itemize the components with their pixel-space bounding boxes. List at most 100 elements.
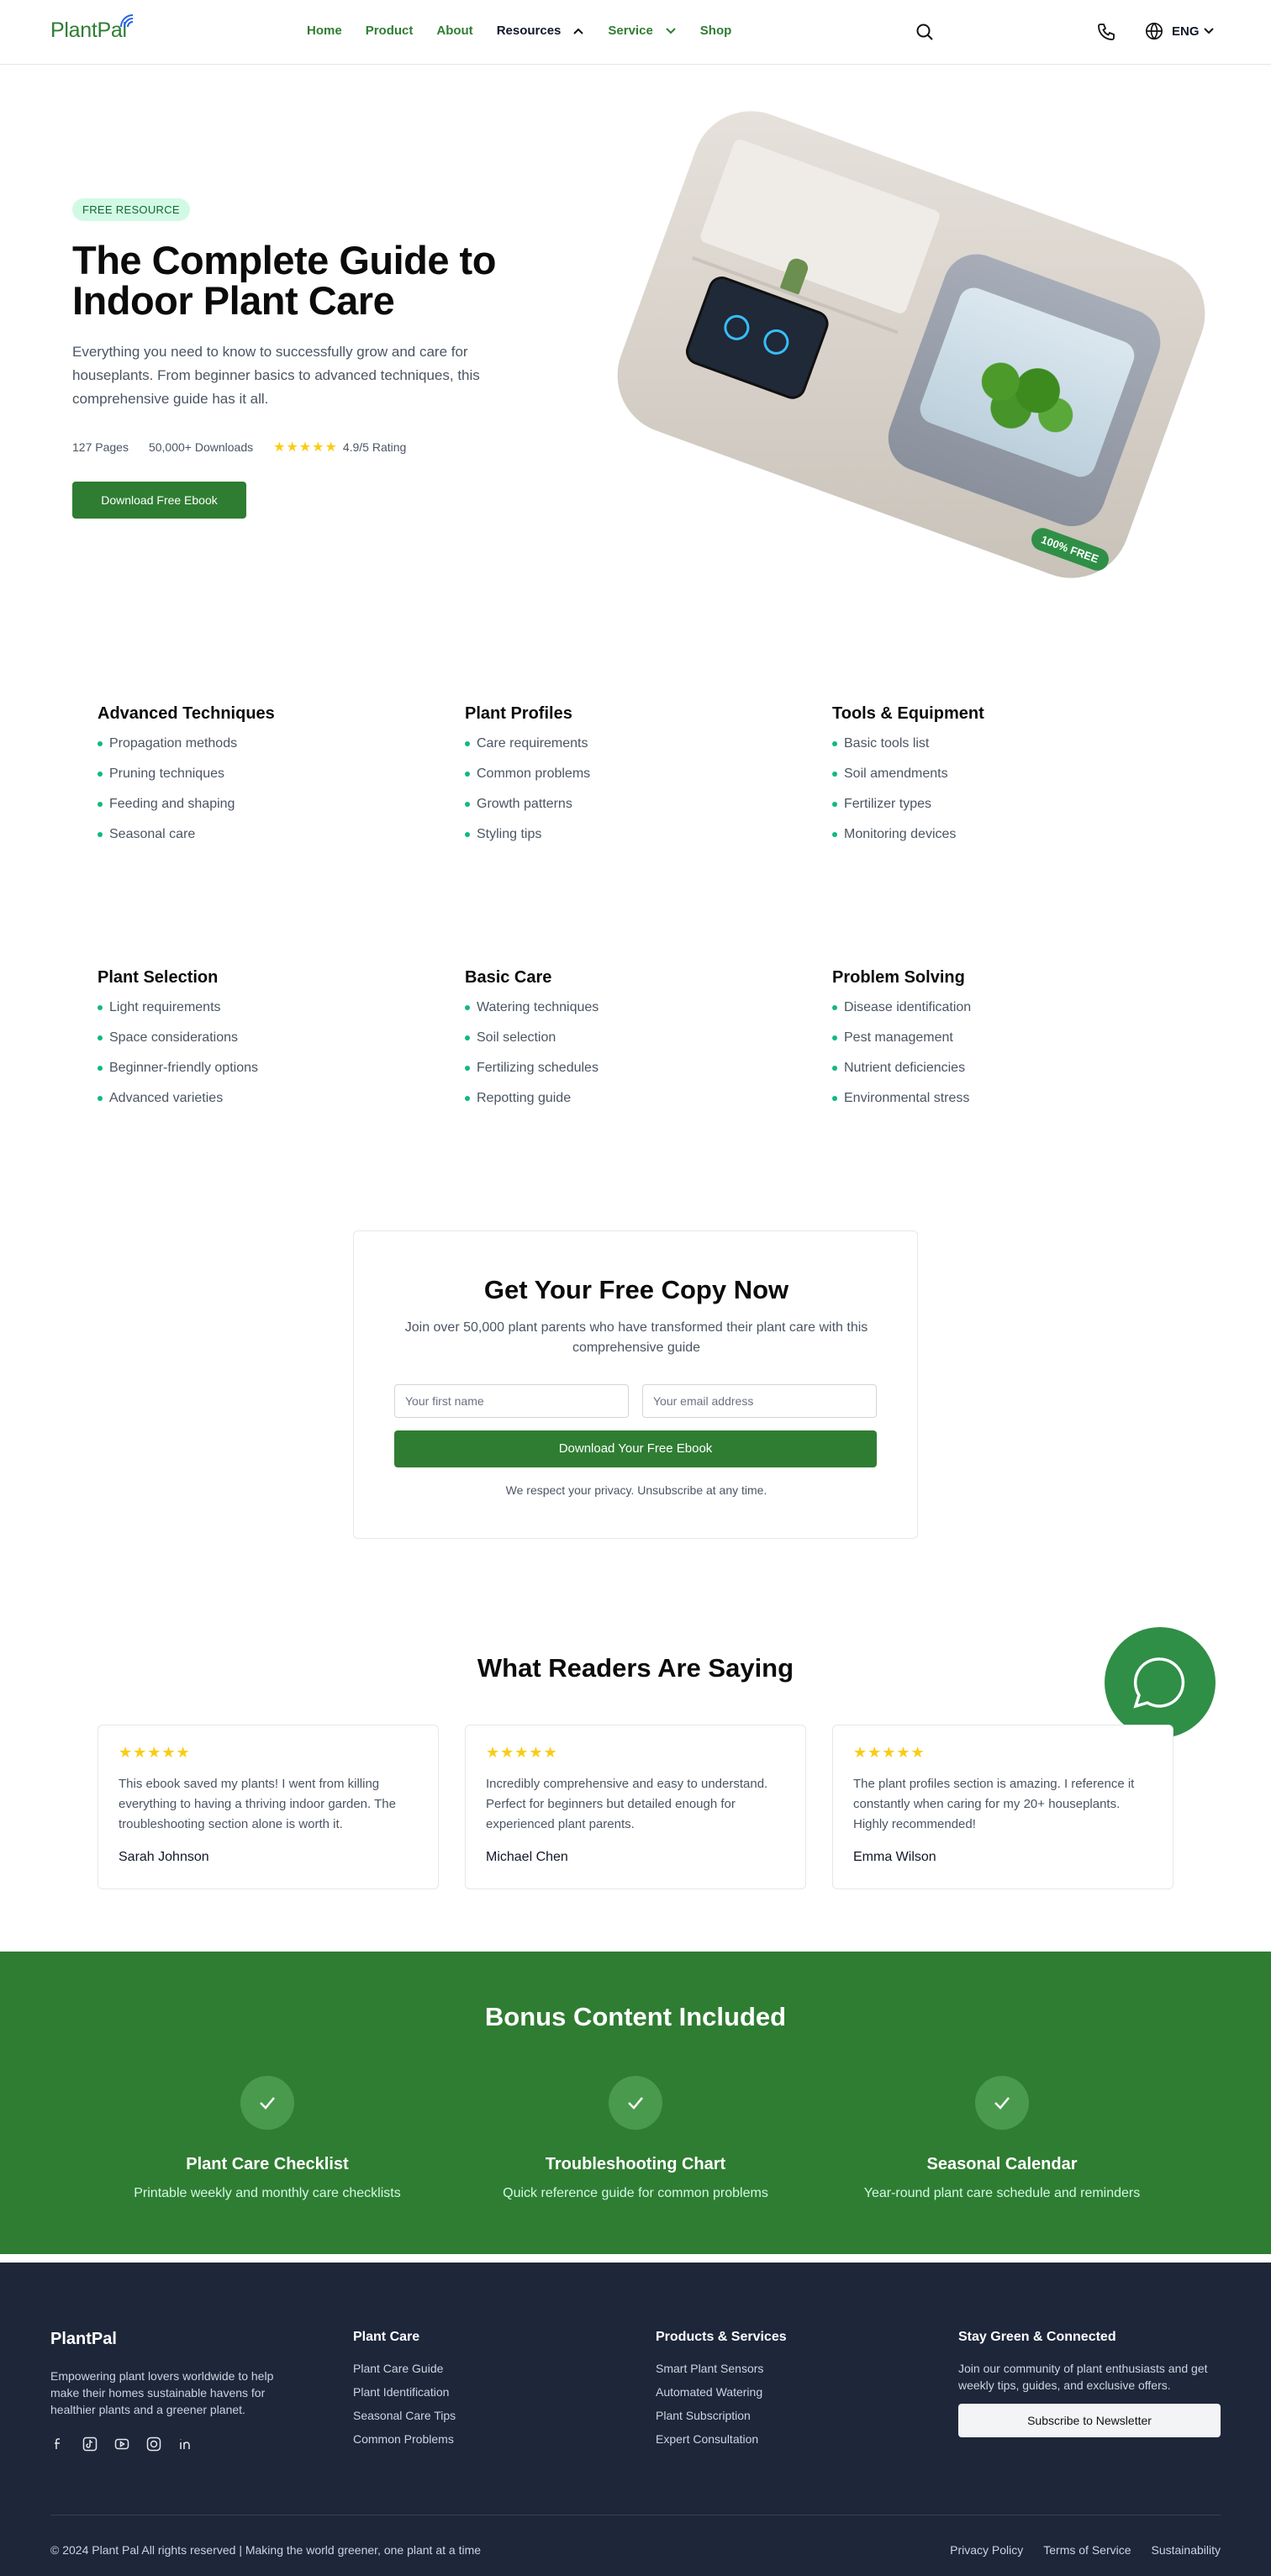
footer-link[interactable]: Expert Consultation <box>656 2431 787 2454</box>
topic-item: Care requirements <box>465 735 784 765</box>
bonus-item: Troubleshooting Chart Quick reference gu… <box>467 2076 804 2201</box>
download-ebook-button[interactable]: Download Free Ebook <box>72 482 246 519</box>
nav-service-label: Service <box>608 24 653 38</box>
phone-icon[interactable] <box>1096 22 1116 42</box>
download-count: 50,000+ Downloads <box>148 440 254 454</box>
search-icon[interactable] <box>915 22 935 42</box>
hero-meta: 127 Pages 50,000+ Downloads ★★★★★ 4.9/5 … <box>72 439 426 456</box>
bonus-item-desc: Year-round plant care schedule and remin… <box>863 2186 1141 2200</box>
social-links <box>50 2436 294 2452</box>
testimonial-card: ★★★★★ Incredibly comprehensive and easy … <box>465 1725 806 1889</box>
topic-item: Nutrient deficiencies <box>832 1059 1152 1089</box>
hero-title: The Complete Guide to Indoor Plant Care <box>72 238 496 323</box>
chat-icon <box>1133 1657 1185 1709</box>
testimonial-stars: ★★★★★ <box>119 1744 191 1761</box>
tiktok-icon[interactable] <box>82 2436 98 2452</box>
subscribe-button[interactable]: Subscribe to Newsletter <box>958 2404 1221 2437</box>
topic-title: Advanced Techniques <box>98 704 275 723</box>
free-resource-badge: FREE RESOURCE <box>72 198 190 221</box>
nav-service[interactable]: Service <box>608 24 676 38</box>
bonus-item-desc: Printable weekly and monthly care checkl… <box>134 2186 401 2200</box>
footer-brand: PlantPal Empowering plant lovers worldwi… <box>50 2330 294 2452</box>
topic-item: Soil amendments <box>832 765 1152 795</box>
testimonial-stars: ★★★★★ <box>486 1744 558 1761</box>
copyright: © 2024 Plant Pal All rights reserved | M… <box>50 2543 482 2557</box>
terms-link[interactable]: Terms of Service <box>1043 2543 1131 2557</box>
footer-link[interactable]: Common Problems <box>353 2431 456 2454</box>
privacy-policy-link[interactable]: Privacy Policy <box>950 2543 1023 2557</box>
nav-product[interactable]: Product <box>366 24 414 38</box>
bonus-item: Plant Care Checklist Printable weekly an… <box>99 2076 435 2201</box>
testimonial-text: The plant profiles section is amazing. I… <box>853 1777 1135 1831</box>
footer-link[interactable]: Plant Care Guide <box>353 2360 456 2384</box>
topic-tools-equipment: Tools & Equipment Basic tools list Soil … <box>832 704 1152 856</box>
image-dial <box>760 325 793 359</box>
footer-heading: Stay Green & Connected <box>958 2330 1116 2344</box>
youtube-icon[interactable] <box>114 2436 129 2452</box>
topic-item: Advanced varieties <box>98 1089 417 1119</box>
nav-resources[interactable]: Resources <box>497 24 585 38</box>
chevron-down-icon <box>666 28 676 34</box>
topic-item: Light requirements <box>98 998 417 1029</box>
topic-plant-profiles: Plant Profiles Care requirements Common … <box>465 704 784 856</box>
footer-link[interactable]: Automated Watering <box>656 2384 787 2407</box>
chevron-up-icon <box>573 28 584 34</box>
footer-logo[interactable]: PlantPal <box>50 2330 294 2349</box>
form-title: Get Your Free Copy Now <box>483 1275 789 1304</box>
top-navigation: PlantPal Home Product About Resources Se… <box>0 0 1271 65</box>
nav-shop[interactable]: Shop <box>700 24 732 38</box>
page-count: 127 Pages <box>72 440 129 454</box>
topic-item: Seasonal care <box>98 825 417 856</box>
topic-advanced-techniques: Advanced Techniques Propagation methods … <box>98 704 417 856</box>
hero-image <box>600 94 1222 595</box>
topic-item: Common problems <box>465 765 784 795</box>
footer-link[interactable]: Smart Plant Sensors <box>656 2360 787 2384</box>
logo[interactable]: PlantPal <box>50 18 127 43</box>
facebook-icon[interactable] <box>50 2436 66 2452</box>
form-subtitle: Join over 50,000 plant parents who have … <box>404 1320 868 1355</box>
topic-item: Disease identification <box>832 998 1152 1029</box>
footer-link[interactable]: Plant Identification <box>353 2384 456 2407</box>
nav-about[interactable]: About <box>436 24 472 38</box>
rating-stars: ★★★★★ <box>273 440 338 455</box>
bonus-title: Bonus Content Included <box>484 2002 787 2031</box>
topic-item: Pruning techniques <box>98 765 417 795</box>
check-icon <box>975 2076 1029 2130</box>
sustainability-link[interactable]: Sustainability <box>1152 2543 1221 2557</box>
signup-form-card: Get Your Free Copy Now Join over 50,000 … <box>353 1230 918 1539</box>
footer-link[interactable]: Plant Subscription <box>656 2407 787 2431</box>
topic-title: Basic Care <box>465 968 552 987</box>
testimonial-text: Incredibly comprehensive and easy to und… <box>486 1777 768 1831</box>
topic-item: Propagation methods <box>98 735 417 765</box>
linkedin-icon[interactable] <box>178 2436 193 2452</box>
bonus-item-title: Plant Care Checklist <box>186 2155 349 2173</box>
topic-item: Space considerations <box>98 1029 417 1059</box>
testimonial-card: ★★★★★ The plant profiles section is amaz… <box>832 1725 1173 1889</box>
topic-item: Fertilizer types <box>832 795 1152 825</box>
topic-title: Plant Profiles <box>465 704 572 723</box>
image-dial <box>720 311 753 345</box>
topic-item: Fertilizing schedules <box>465 1059 784 1089</box>
first-name-input[interactable] <box>394 1384 629 1418</box>
language-label: ENG <box>1172 24 1200 39</box>
topic-problem-solving: Problem Solving Disease identification P… <box>832 968 1152 1119</box>
instagram-icon[interactable] <box>146 2436 161 2452</box>
chat-button[interactable] <box>1105 1627 1216 1738</box>
footer-products-services: Products & Services Smart Plant Sensors … <box>656 2330 787 2454</box>
footer: PlantPal Empowering plant lovers worldwi… <box>0 2263 1271 2576</box>
language-selector[interactable]: ENG <box>1145 22 1223 40</box>
bonus-item: Seasonal Calendar Year-round plant care … <box>834 2076 1170 2201</box>
download-free-ebook-button[interactable]: Download Your Free Ebook <box>394 1430 877 1467</box>
testimonial-text: This ebook saved my plants! I went from … <box>119 1777 396 1831</box>
email-input[interactable] <box>642 1384 877 1418</box>
footer-plant-care: Plant Care Plant Care Guide Plant Identi… <box>353 2330 456 2454</box>
nav-home[interactable]: Home <box>307 24 342 38</box>
footer-link[interactable]: Seasonal Care Tips <box>353 2407 456 2431</box>
bonus-item-desc: Quick reference guide for common problem… <box>503 2186 768 2200</box>
globe-icon <box>1146 23 1163 40</box>
hero-description: Everything you need to know to successfu… <box>72 344 480 407</box>
image-phone-app <box>682 272 833 403</box>
rating-value: 4.9/5 Rating <box>342 440 407 454</box>
topic-item: Feeding and shaping <box>98 795 417 825</box>
topic-item: Monitoring devices <box>832 825 1152 856</box>
